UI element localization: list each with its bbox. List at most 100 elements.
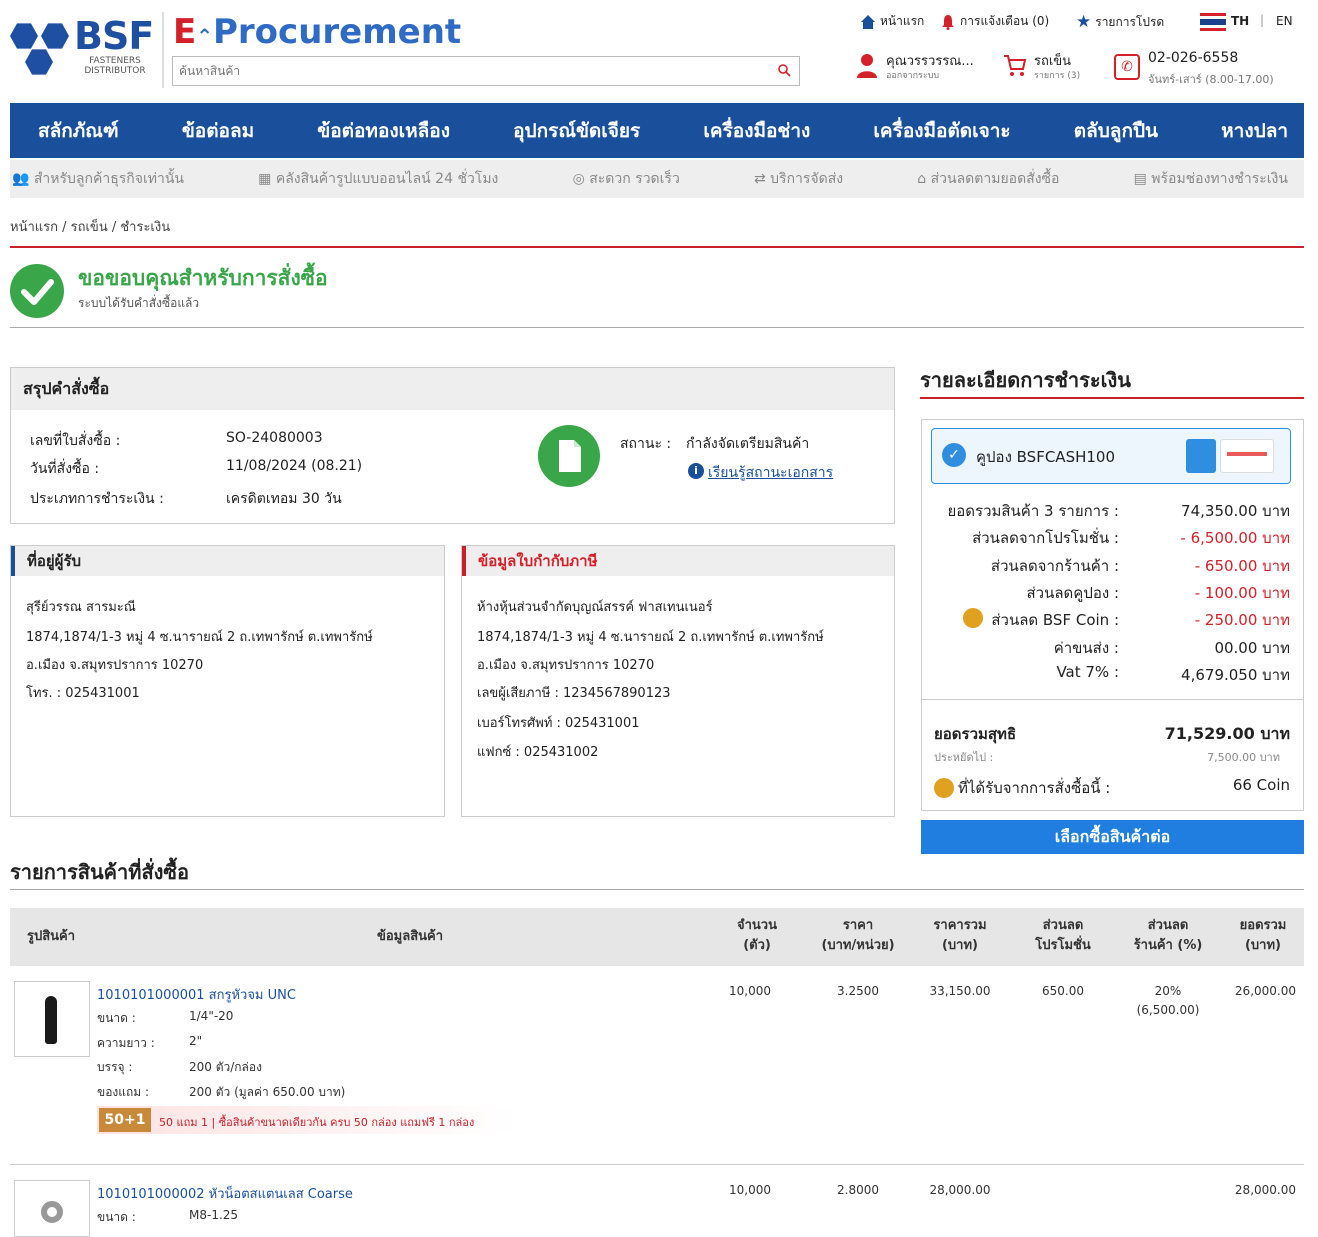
feature-label: คลังสินค้ารูปแบบออนไลน์ 24 ชั่วโมง: [275, 171, 499, 187]
col-header: ส่วนลด โปรโมชั่น: [1035, 918, 1091, 953]
coin-earned-label: ที่ได้รับจากการสั่งซื้อนี้ :: [958, 779, 1111, 797]
feature-item: ⌂ ส่วนลดตามยอดสั่งซื้อ: [917, 168, 1059, 190]
user-icon: [857, 54, 877, 78]
tax-title: ข้อมูลใบกำกับภาษี: [462, 546, 894, 576]
feature-item: ⇄ บริการจัดส่ง: [754, 168, 843, 190]
shipping-address-line: อ.เมือง จ.สมุทรปราการ 10270: [26, 658, 204, 673]
tax-company-name: ห้างหุ้นส่วนจำกัดบุญณ์สรรค์ ฟาสเทนเนอร์: [477, 600, 713, 615]
learn-status-link[interactable]: เรียนรู้สถานะเอกสาร: [708, 462, 833, 484]
shop-discount-label: ส่วนลดจากร้านค้า :: [990, 557, 1119, 575]
star-icon: ★: [1076, 12, 1092, 32]
divider: [10, 1164, 1304, 1165]
feature-label: บริการจัดส่ง: [770, 171, 844, 187]
line-total: 28,000.00: [929, 1183, 991, 1197]
spec-value: 1/4"-20: [189, 1009, 234, 1023]
lang-th[interactable]: TH: [1231, 14, 1249, 28]
divider: [10, 246, 1304, 248]
order-summary-title: สรุปคำสั่งซื้อ: [11, 368, 894, 410]
line-total: 33,150.00: [929, 984, 991, 998]
col-header: จำนวน (ตัว): [737, 918, 777, 953]
nav-item[interactable]: เครื่องมือตัดเจาะ: [873, 116, 1010, 146]
shipping-name: สุรีย์วรรณ สารมะณี: [26, 600, 136, 615]
order-no-label: เลขที่ใบสั่งซื้อ :: [30, 433, 121, 449]
home-link[interactable]: หน้าแรก: [860, 12, 924, 31]
shipping-phone: โทร. : 025431001: [26, 686, 140, 701]
saved-label: ประหยัดไป :: [934, 751, 994, 764]
product-image[interactable]: [14, 1180, 90, 1237]
coupon-discount-label: ส่วนลดคูปอง :: [1026, 584, 1119, 602]
feature-item: 👥 สำหรับลูกค้าธุรกิจเท่านั้น: [12, 168, 184, 190]
user-account[interactable]: คุณวรรวรรณ... ออกจากระบบ: [856, 50, 996, 84]
breadcrumb[interactable]: หน้าแรก / รถเข็น / ชำระเงิน: [10, 216, 170, 237]
spec-label: ขนาด :: [97, 1210, 136, 1224]
info-icon: i: [688, 463, 704, 479]
nav-item[interactable]: หางปลา: [1221, 116, 1288, 146]
shipping-title: ที่อยู่ผู้รับ: [11, 546, 444, 576]
search-icon[interactable]: [777, 63, 791, 77]
tax-address-line: 1874,1874/1-3 หมู่ 4 ซ.นารายณ์ 2 ถ.เทพาร…: [477, 630, 824, 645]
main-nav: สลักภัณฑ์ ข้อต่อลม ข้อต่อทองเหลือง อุปกร…: [10, 103, 1304, 158]
logo-hex-icon: [25, 49, 53, 75]
lang-en[interactable]: EN: [1276, 14, 1293, 28]
lang-divider: |: [1260, 13, 1265, 27]
nav-item[interactable]: ข้อต่อลม: [182, 116, 254, 146]
product-name-link[interactable]: 1010101000001 สกรูหัวจม UNC: [97, 984, 296, 1005]
col-header: ยอดรวม (บาท): [1239, 918, 1287, 953]
thanks-subtitle: ระบบได้รับคำสั่งซื้อแล้ว: [78, 296, 200, 310]
coupon-discount-value: - 100.00 บาท: [1194, 584, 1290, 602]
home-label: หน้าแรก: [880, 14, 925, 28]
tax-address-line: อ.เมือง จ.สมุทรปราการ 10270: [477, 658, 655, 673]
nav-item[interactable]: ข้อต่อทองเหลือง: [317, 116, 450, 146]
logout-link[interactable]: ออกจากระบบ: [886, 68, 939, 82]
nav-item[interactable]: ตลับลูกปืน: [1074, 116, 1158, 146]
col-header: ราคา (บาท/หน่วย): [821, 918, 895, 953]
shop-discount-value: - 650.00 บาท: [1194, 557, 1290, 575]
net-total-value: 71,529.00 บาท: [1164, 724, 1290, 743]
order-date-value: 11/08/2024 (08.21): [226, 458, 363, 474]
phone-icon: ✆: [1114, 54, 1140, 80]
status-value: กำลังจัดเตรียมสินค้า: [686, 436, 810, 452]
continue-shopping-button[interactable]: เลือกซื้อสินค้าต่อ: [921, 820, 1304, 854]
coin-earned-value: 66 Coin: [1232, 776, 1290, 794]
promo-discount-value: - 6,500.00 บาท: [1180, 529, 1290, 547]
eproc-text: Procurement: [213, 12, 462, 52]
product-image[interactable]: [14, 981, 90, 1057]
feature-label: สะดวก รวดเร็ว: [589, 171, 680, 187]
subtotal-value: 74,350.00 บาท: [1181, 502, 1290, 520]
eprocurement-logo[interactable]: E⌃Procurement: [173, 12, 461, 52]
grand-total: 26,000.00: [1234, 984, 1296, 998]
tax-invoice-info: ข้อมูลใบกำกับภาษี: [461, 545, 895, 817]
col-header: ส่วนลด ร้านค้า (%): [1133, 918, 1203, 953]
search-box[interactable]: [172, 56, 800, 86]
vat-value: 4,679.050 บาท: [1181, 666, 1290, 684]
notification-link[interactable]: การแจ้งเตือน (0): [940, 12, 1049, 31]
coupon-card[interactable]: ✓ คูปอง BSFCASH100: [931, 428, 1291, 484]
feature-item: ▦ คลังสินค้ารูปแบบออนไลน์ 24 ชั่วโมง: [258, 168, 498, 190]
pay-type-value: เครดิตเทอม 30 วัน: [226, 491, 342, 507]
phone-contact[interactable]: ✆ 02-026-6558 จันทร์-เสาร์ (8.00-17.00): [1114, 50, 1294, 86]
favorites-link[interactable]: ★ รายการโปรด: [1076, 12, 1164, 32]
promo-banner: 50+1 50 แถม 1 | ซื้อสินค้าขนาดเดียวกัน ค…: [97, 1106, 517, 1134]
tax-fax: แฟกซ์ : 025431002: [477, 745, 599, 760]
shipping-address-line: 1874,1874/1-3 หมู่ 4 ซ.นารายณ์ 2 ถ.เทพาร…: [26, 630, 373, 645]
nav-item[interactable]: เครื่องมือช่าง: [703, 116, 810, 146]
shop-discount-amount: (6,500.00): [1136, 1003, 1200, 1017]
order-no-value: SO-24080003: [226, 430, 323, 446]
feature-label: พร้อมช่องทางชำระเงิน: [1151, 171, 1288, 187]
check-icon: ✓: [942, 443, 966, 467]
cart-link[interactable]: รถเข็น รายการ (3): [1002, 50, 1092, 84]
spec-label: ขนาด :: [97, 1011, 136, 1025]
coupon-image-icon: [1220, 439, 1274, 473]
shop-discount: 20%: [1154, 984, 1182, 998]
col-header: ราคารวม (บาท): [933, 918, 987, 953]
nav-item[interactable]: อุปกรณ์ขัดเจียร: [513, 116, 640, 146]
coupon-ticket-icon: [1186, 439, 1216, 473]
search-input[interactable]: [173, 57, 753, 85]
feature-label: สำหรับลูกค้าธุรกิจเท่านั้น: [33, 171, 184, 187]
product-name-link[interactable]: 1010101000002 หัวน็อตสแตนเลส Coarse: [97, 1183, 353, 1204]
unit-price: 3.2500: [837, 984, 879, 998]
nav-item[interactable]: สลักภัณฑ์: [38, 116, 119, 146]
qty: 10,000: [729, 1183, 771, 1197]
spec-label: ของแถม :: [97, 1085, 150, 1099]
vat-label: Vat 7% :: [1056, 663, 1119, 681]
